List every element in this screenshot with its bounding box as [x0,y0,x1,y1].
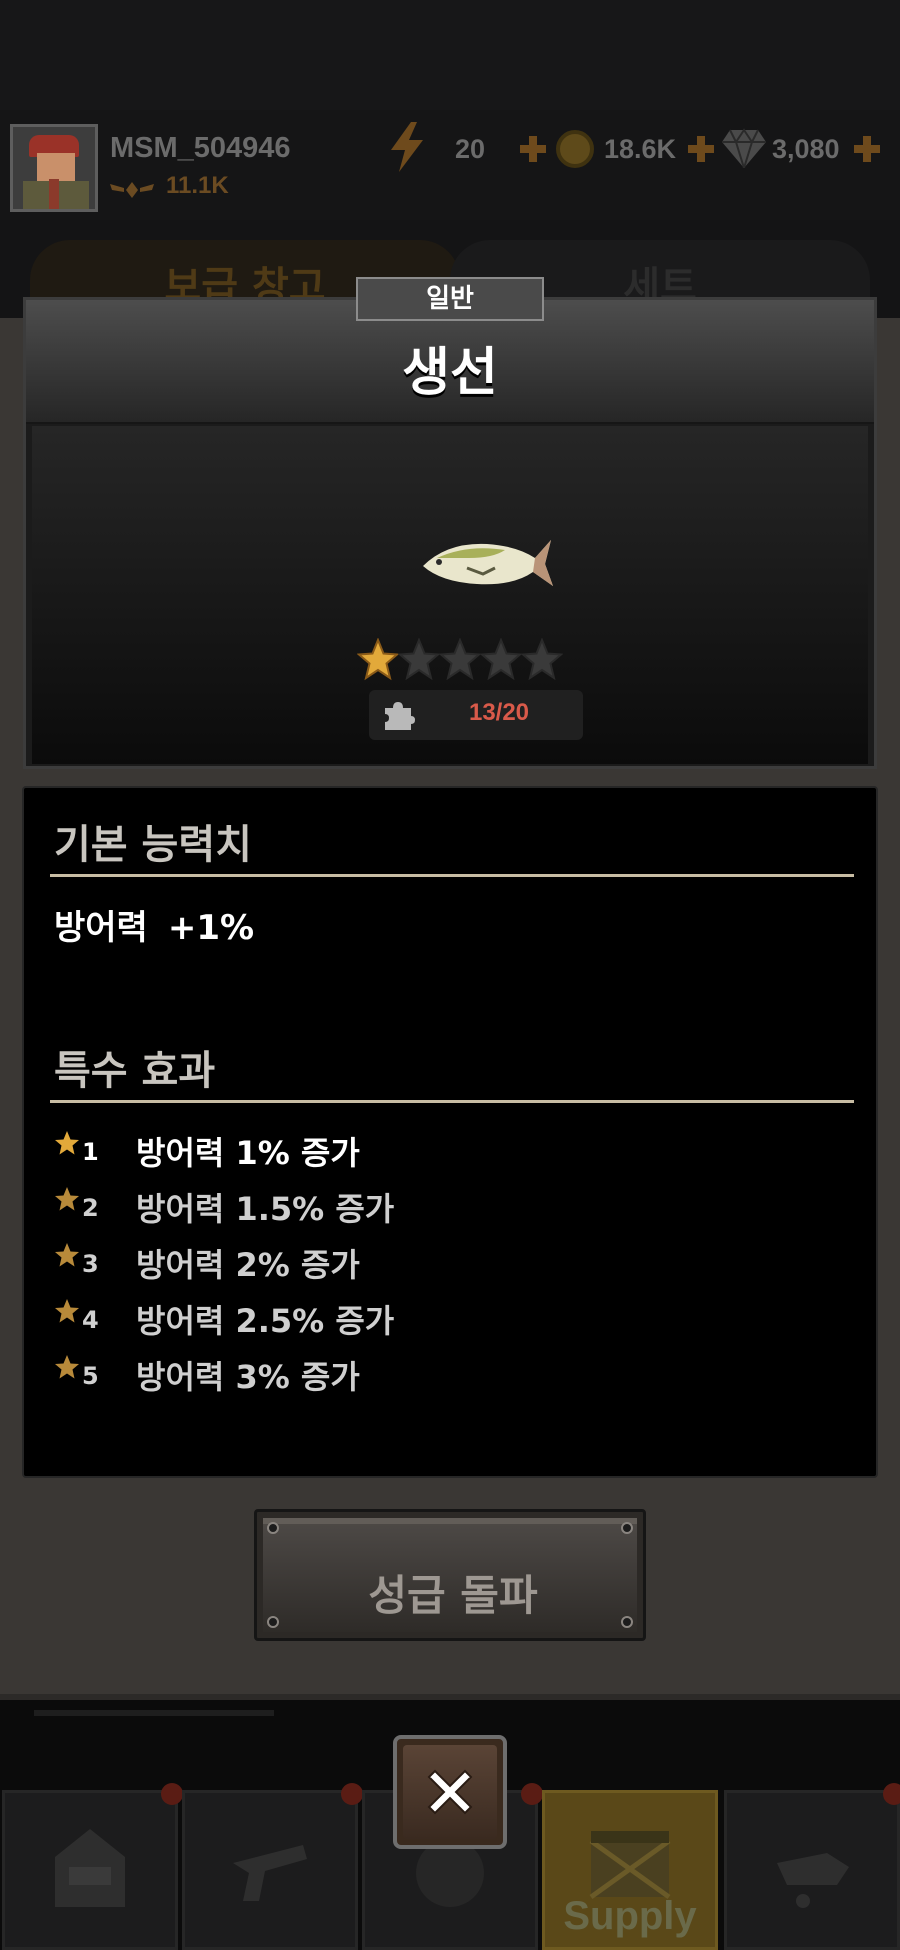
effect-level: 1 [82,1138,99,1166]
lightning-icon [391,122,423,172]
nav-units[interactable] [724,1783,900,1950]
stats-panel: 기본 능력치 방어력 +1% 특수 효과 1 방어력 1% 증가 2 방어력 1.… [22,786,878,1478]
star-filled-icon [357,638,399,681]
effect-level: 4 [82,1306,99,1334]
shop-icon [55,1829,125,1907]
effect-text: 방어력 1% 증가 [136,1134,360,1172]
star-empty-icon [439,638,481,681]
effect-level: 5 [82,1362,99,1390]
grade-badge: 일반 [356,277,544,321]
star-icon [55,1131,79,1155]
special-effects-divider [50,1100,854,1103]
player-avatar[interactable] [10,124,98,212]
star-icon [55,1187,79,1211]
coin-value: 18.6K [604,134,677,164]
coin-icon [556,130,594,168]
star-empty-icon [480,638,522,681]
item-detail-screen: MSM_504946 11.1K 20 18.6K 3,080 보급 창고 세트 [0,0,900,1950]
rank-wings-icon [110,182,154,198]
piece-progress: 13/20 [369,690,583,740]
base-stat-row: 방어력 +1% [54,900,254,949]
base-stat-value: +1% [167,908,255,948]
limit-break-label: 성급 돌파 [368,1571,538,1620]
special-effects-heading: 특수 효과 [54,1048,216,1094]
nav-divider [34,1710,274,1716]
puzzle-piece-icon [385,702,415,730]
item-name: 생선 [402,343,498,403]
notification-dot [341,1783,363,1805]
nav-shop[interactable] [2,1783,183,1950]
effect-text: 방어력 2.5% 증가 [136,1302,395,1340]
effect-text: 방어력 2% 증가 [136,1246,360,1284]
star-icon [55,1299,79,1323]
close-icon [427,1769,473,1815]
effect-level: 2 [82,1194,99,1222]
effect-level: 3 [82,1250,99,1278]
pistol-icon [233,1845,307,1901]
star-icon [55,1243,79,1267]
status-bar-area [0,0,900,110]
rivet [621,1522,633,1534]
nav-supply[interactable]: Supply [542,1790,718,1950]
close-button-face [403,1745,497,1839]
base-stat-label: 방어력 [54,908,148,948]
base-stats-divider [50,874,854,877]
rank-power-value: 11.1K [166,172,229,199]
limit-break-button-face: 성급 돌파 [263,1518,637,1632]
notification-dot [161,1783,183,1805]
rivet [621,1616,633,1628]
gem-value: 3,080 [772,134,840,164]
effect-text: 방어력 1.5% 증가 [136,1190,395,1228]
top-resource-bar: MSM_504946 11.1K 20 18.6K 3,080 [0,110,900,220]
piece-count: 13/20 [468,699,530,726]
rivet [267,1522,279,1534]
star-empty-icon [521,638,563,681]
item-info-modal: 생선 13/20 [23,297,877,769]
rivet [267,1616,279,1628]
item-preview: 13/20 [32,426,868,764]
nav-weapons[interactable] [182,1783,363,1950]
vehicle-icon [777,1853,849,1908]
star-icon [55,1355,79,1379]
notification-dot [521,1783,543,1805]
notification-dot [883,1783,900,1805]
add-coins-plus-icon[interactable] [686,134,716,164]
player-name: MSM_504946 [110,132,291,164]
star-empty-icon [398,638,440,681]
diamond-icon [722,128,766,168]
limit-break-button[interactable]: 성급 돌파 [254,1509,646,1641]
nav-supply-label: Supply [563,1894,697,1938]
fish-icon [423,540,553,586]
energy-value: 20 [455,134,486,164]
close-button[interactable] [393,1735,507,1849]
add-gems-plus-icon[interactable] [852,134,882,164]
base-stats-heading: 기본 능력치 [54,822,252,868]
add-energy-plus-icon[interactable] [518,134,548,164]
effect-text: 방어력 3% 증가 [136,1358,360,1396]
